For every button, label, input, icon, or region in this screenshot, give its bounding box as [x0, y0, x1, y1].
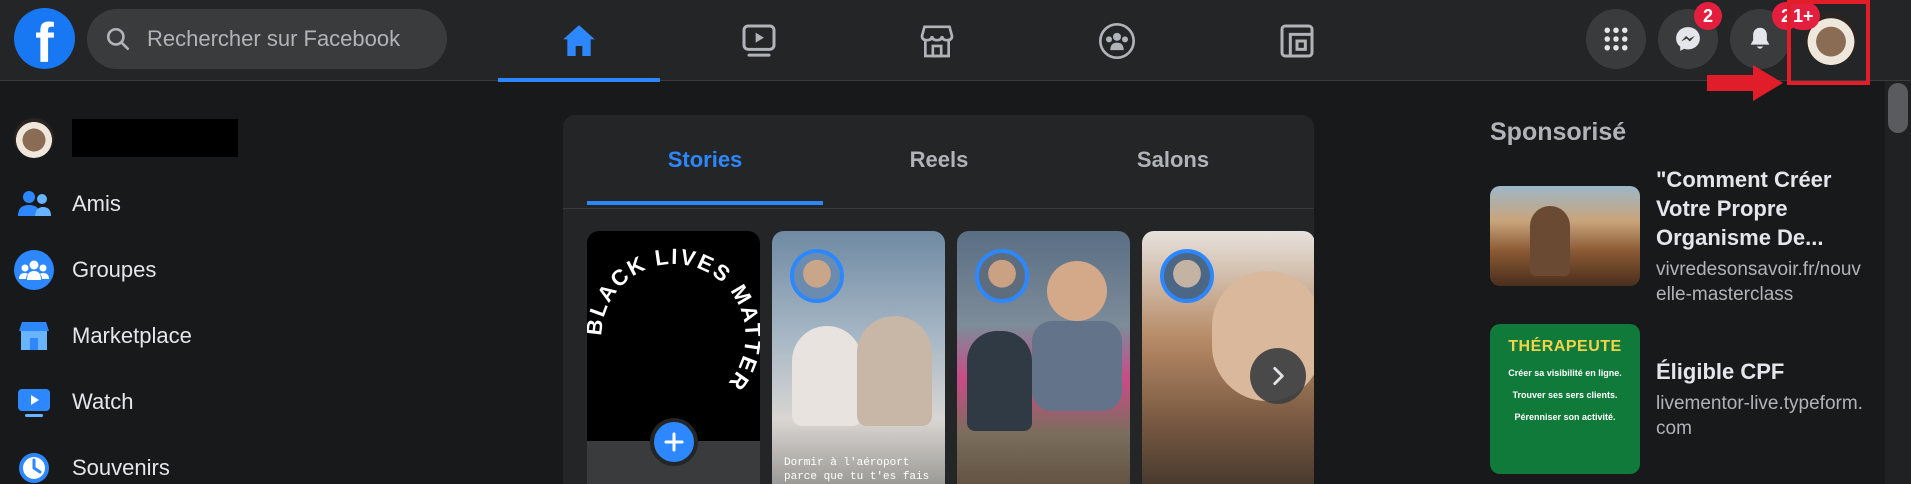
- ad-image-line: Pérenniser son activité.: [1514, 412, 1616, 422]
- scrollbar-thumb[interactable]: [1888, 83, 1908, 133]
- ad-image-person: [1530, 206, 1570, 276]
- story-photo-person: [1032, 321, 1122, 411]
- sidebar-item-label: Souvenirs: [72, 455, 170, 480]
- add-story-button[interactable]: [650, 418, 698, 466]
- sidebar-item-watch[interactable]: Watch: [14, 374, 134, 430]
- video-icon: [742, 24, 776, 57]
- sidebar-item-groups[interactable]: Groupes: [14, 242, 156, 298]
- ad-image-line: Trouver ses sers clients.: [1512, 390, 1618, 400]
- tab-gaming[interactable]: [1216, 0, 1378, 81]
- redacted-profile-name: [72, 119, 238, 157]
- annotation-highlight-box: [1787, 0, 1870, 85]
- ad-image-heading: THÉRAPEUTE: [1508, 338, 1622, 355]
- ad-image[interactable]: THÉRAPEUTE Créer sa visibilité en ligne.…: [1490, 324, 1640, 474]
- story-photo-person: [857, 316, 932, 426]
- story-caption: Dormir à l'aéroport parce que tu t'es fa…: [784, 457, 930, 483]
- ad-image-line: Créer sa visibilité en ligne.: [1508, 368, 1622, 378]
- story-avatar: [790, 249, 844, 303]
- story-photo-person: [792, 326, 862, 426]
- sidebar-item-label: Watch: [72, 389, 134, 414]
- tab-home[interactable]: [498, 0, 660, 82]
- sidebar-item-label: Amis: [72, 191, 121, 216]
- tab-reels[interactable]: Reels: [821, 115, 1057, 205]
- tab-salons-label: Salons: [1136, 147, 1210, 172]
- profile-photo-circle-text: BLACK LIVES MATTER: [587, 231, 760, 441]
- story-photo-person: [1047, 261, 1107, 321]
- sidebar-item-label: Groupes: [72, 257, 157, 282]
- stories-next-button[interactable]: [1250, 348, 1306, 404]
- ad-url: vivredesonsavoir.fr/nouvelle-masterclass: [1656, 259, 1861, 305]
- groups-icon: [14, 250, 54, 290]
- bell-icon: [1750, 27, 1770, 49]
- scrollbar[interactable]: [1885, 81, 1911, 484]
- create-story-card[interactable]: BLACK LIVES MATTER: [587, 231, 760, 484]
- sidebar-item-marketplace[interactable]: Marketplace: [14, 308, 192, 364]
- ad-title[interactable]: "Comment Créer Votre Propre Organisme De…: [1656, 165, 1871, 252]
- menu-button[interactable]: [1586, 9, 1646, 69]
- facebook-logo[interactable]: f: [14, 8, 75, 69]
- messenger-button[interactable]: 2: [1658, 2, 1722, 69]
- chevron-right-icon: [1273, 367, 1284, 385]
- tab-reels-label: Reels: [909, 147, 969, 172]
- tabs-divider: [563, 208, 1314, 209]
- sidebar-item-label: Marketplace: [72, 323, 192, 348]
- ad-url: livementor-live.typeform.com: [1656, 393, 1863, 439]
- annotation-arrow-icon: [1707, 65, 1783, 101]
- messenger-icon: [1676, 27, 1700, 51]
- search-bar[interactable]: Rechercher sur Facebook: [87, 9, 447, 69]
- store-icon: [920, 25, 954, 57]
- messenger-badge: 2: [1694, 2, 1722, 30]
- gaming-icon: [1280, 24, 1314, 57]
- sidebar-item-profile[interactable]: [14, 110, 54, 166]
- plus-icon: [664, 432, 684, 452]
- tab-stories[interactable]: Stories: [587, 115, 823, 205]
- story-card[interactable]: [957, 231, 1130, 484]
- home-icon: [563, 24, 595, 56]
- facebook-logo-letter: f: [35, 11, 54, 69]
- tab-marketplace[interactable]: [856, 0, 1018, 81]
- tab-salons[interactable]: Salons: [1055, 115, 1291, 205]
- stories-card: Stories Reels Salons BLACK LIVES MATTER …: [563, 115, 1314, 484]
- tab-groups[interactable]: [1036, 0, 1198, 81]
- sidebar-item-friends[interactable]: Amis: [14, 176, 121, 232]
- story-photo-person: [967, 331, 1032, 431]
- grid-menu-icon: [1604, 27, 1628, 51]
- sponsored-title: Sponsorisé: [1490, 118, 1627, 146]
- memories-icon: [14, 448, 54, 484]
- story-avatar: [1160, 249, 1214, 303]
- tab-watch[interactable]: [678, 0, 840, 81]
- notifications-button[interactable]: 2: [1730, 2, 1800, 69]
- friends-icon: [14, 184, 54, 224]
- marketplace-icon: [14, 316, 54, 356]
- top-navigation-bar: f Rechercher sur Facebook 2 2 1+: [0, 0, 1911, 82]
- ad-title[interactable]: Éligible CPF: [1656, 357, 1871, 386]
- story-card[interactable]: Dormir à l'aéroport parce que tu t'es fa…: [772, 231, 945, 484]
- search-input[interactable]: Rechercher sur Facebook: [147, 26, 400, 52]
- watch-icon: [14, 382, 54, 422]
- sidebar-item-memories[interactable]: Souvenirs: [14, 440, 170, 484]
- tab-stories-label: Stories: [667, 147, 743, 172]
- search-icon: [106, 27, 130, 51]
- story-avatar: [975, 249, 1029, 303]
- avatar: [14, 118, 54, 158]
- ad-image[interactable]: [1490, 186, 1640, 286]
- groups-icon: [1099, 22, 1135, 59]
